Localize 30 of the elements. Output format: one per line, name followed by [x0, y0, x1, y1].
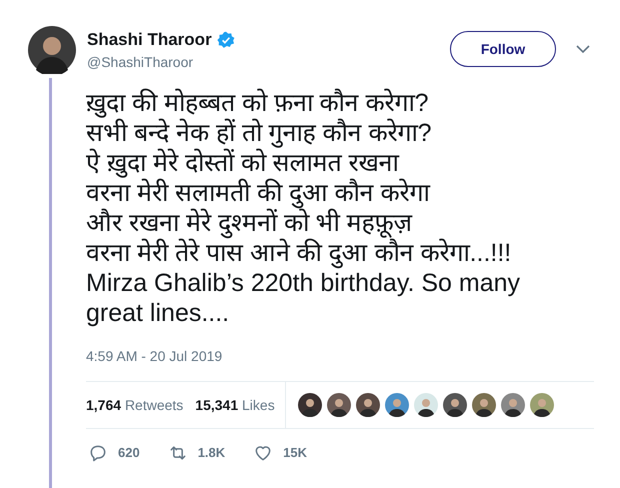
action-count: 15K	[283, 444, 308, 462]
heart-icon[interactable]	[253, 443, 274, 463]
liker-avatar[interactable]	[500, 393, 525, 417]
engagement-stat[interactable]: 1,764 Retweets	[86, 394, 184, 416]
tweet-text-line: वरना मेरी तेरे पास आने की दुआ कौन करेगा...!!!	[86, 238, 512, 268]
author-handle[interactable]: @ShashiTharoor	[87, 52, 235, 72]
liker-avatar[interactable]	[442, 393, 467, 417]
follow-button[interactable]: Follow	[450, 31, 556, 67]
action-count: 620	[118, 444, 140, 462]
chevron-down-icon[interactable]	[576, 44, 590, 54]
engagement-stat[interactable]: 15,341 Likes	[195, 394, 275, 416]
liker-avatar[interactable]	[326, 393, 351, 417]
liker-avatar[interactable]	[530, 393, 554, 417]
tweet-text-line: ख़ुदा की मोहब्बत को फ़ना कौन करेगा?	[86, 88, 430, 118]
liker-avatar[interactable]	[472, 393, 496, 417]
tweet-text-line: सभी बन्दे नेक हों तो गुनाह कौन करेगा?	[86, 118, 433, 148]
liker-avatar[interactable]	[298, 393, 322, 417]
timestamp[interactable]: 4:59 AM - 20 Jul 2019	[86, 346, 600, 367]
tweet-text-line: Mirza Ghalib’s 220th birthday. So many	[86, 268, 522, 298]
liker-avatar[interactable]	[356, 393, 380, 417]
tweet-text-line: और रखना मेरे दुश्मनों को भी महफ़ूज़	[86, 208, 414, 238]
avatar[interactable]	[28, 26, 76, 74]
tweet-text-line: great lines....	[86, 298, 230, 328]
tweet-text-line: वरना मेरी सलामती की दुआ कौन करेगा	[86, 178, 432, 208]
author-name[interactable]: Shashi Tharoor	[87, 29, 212, 51]
tweet-text-line: ऐ ख़ुदा मेरे दोस्तों को सलामत रखना	[86, 148, 400, 178]
action-count: 1.8K	[198, 444, 226, 462]
liker-avatar[interactable]	[414, 393, 438, 417]
reply-icon[interactable]	[88, 443, 108, 463]
liker-avatar[interactable]	[384, 393, 409, 417]
